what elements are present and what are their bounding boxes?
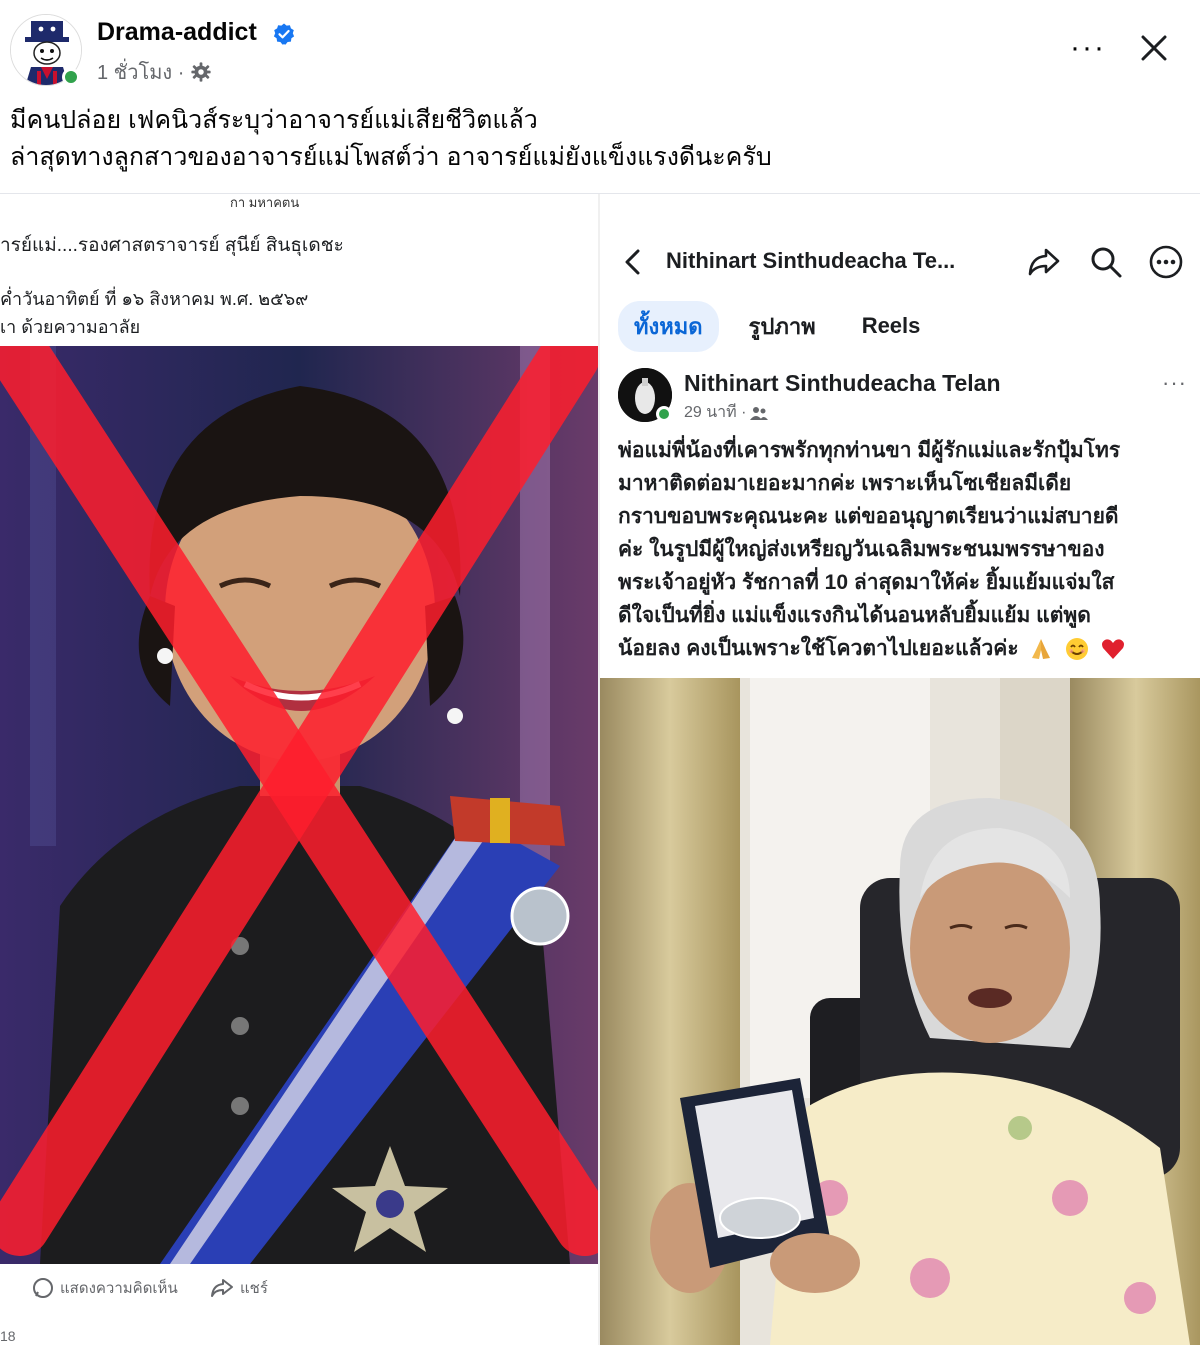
author-post-meta: 29 นาที ·	[684, 400, 769, 425]
comment-button[interactable]: แสดงความคิดเห็น	[32, 1276, 178, 1300]
profile-nav-bar: Nithinart Sinthudeacha Te...	[600, 238, 1200, 286]
portrait-with-red-cross-image	[0, 346, 598, 1264]
online-status-dot	[62, 68, 80, 86]
left-portrait-photo	[0, 346, 598, 1264]
share-icon[interactable]	[1026, 244, 1062, 280]
left-caption-line-2: ค่ำวันอาทิตย์ ที่ ๑๖ สิงหาคม พ.ศ. ๒๕๖๙	[0, 289, 309, 309]
post-text-line-2: ล่าสุดทางลูกสาวของอาจารย์แม่โพสต์ว่า อาจ…	[10, 143, 772, 171]
profile-title: Nithinart Sinthudeacha Te...	[666, 248, 956, 273]
tab-all[interactable]: ทั้งหมด	[618, 300, 719, 352]
verified-badge-icon	[273, 23, 295, 45]
page-name[interactable]: Drama-addict	[97, 18, 257, 47]
pray-emoji-icon	[1032, 639, 1051, 660]
author-post-time[interactable]: 29 นาที ·	[684, 400, 746, 425]
comment-label: แสดงความคิดเห็น	[60, 1280, 178, 1297]
author-post-more-button[interactable]: ···	[1162, 370, 1187, 396]
post-body-line-1: พ่อแม่พี่น้องที่เคารพรักทุกท่านขา มีผู้ร…	[618, 439, 1121, 462]
back-arrow-icon[interactable]	[618, 246, 648, 278]
author-name[interactable]: Nithinart Sinthudeacha Telan	[684, 370, 1001, 397]
right-photo	[600, 678, 1200, 1345]
post-text-line-1: มีคนปล่อย เฟคนิวส์ระบุว่าอาจารย์แม่เสียช…	[10, 106, 538, 134]
tab-photos[interactable]: รูปภาพ	[733, 301, 832, 352]
tab-reels[interactable]: Reels	[846, 305, 937, 347]
share-button[interactable]: แชร์	[210, 1276, 268, 1300]
post-body-line-7: น้อยลง คงเป็นเพราะใช้โควตาไปเยอะแล้วค่ะ	[618, 632, 1194, 665]
post-body-line-5: พระเจ้าอยู่หัว รัชกาลที่ 10 ล่าสุดมาให้ค…	[618, 571, 1115, 594]
post-body-line-3: กราบขอบพระคุณนะคะ แต่ขออนุญาตเรียนว่าแม่…	[618, 505, 1119, 528]
post-header: Drama-addict 1 ชั่วโมง · ···	[0, 0, 1200, 96]
left-cut-text: กา มหาคตน	[230, 195, 300, 210]
left-footer-count: 18	[0, 1328, 16, 1344]
smile-emoji-icon	[1066, 638, 1089, 661]
post-text: มีคนปล่อย เฟคนิวส์ระบุว่าอาจารย์แม่เสียช…	[10, 102, 1190, 176]
right-screenshot[interactable]: Nithinart Sinthudeacha Te... ทั้งหมด รูป…	[598, 194, 1200, 1345]
left-screenshot[interactable]: กา มหาคตน ารย์แม่....รองศาสตราจารย์ สุนี…	[0, 194, 598, 1345]
post-body-line-2: มาหาติดต่อมาเยอะมากค่ะ เพราะเห็นโซเชียลม…	[618, 472, 1072, 495]
post-meta: 1 ชั่วโมง ·	[97, 56, 212, 88]
post-time[interactable]: 1 ชั่วโมง ·	[97, 56, 184, 88]
author-post-body: พ่อแม่พี่น้องที่เคารพรักทุกท่านขา มีผู้ร…	[618, 434, 1194, 665]
left-caption-line-1: ารย์แม่....รองศาสตราจารย์ สุนีย์ สินธุเด…	[0, 235, 344, 256]
author-online-dot	[656, 406, 672, 422]
post-body-line-4: ค่ะ ในรูปมีผู้ใหญ่ส่งเหรียญวันเฉลิมพระชน…	[618, 538, 1105, 561]
post-more-button[interactable]: ···	[1066, 28, 1110, 68]
search-icon[interactable]	[1088, 244, 1124, 280]
heart-emoji-icon	[1102, 639, 1125, 660]
friends-privacy-icon	[750, 406, 769, 420]
share-icon	[211, 1279, 233, 1297]
close-icon	[1141, 35, 1167, 61]
elderly-woman-with-medal-image	[600, 678, 1200, 1345]
post-body-line-7-text: น้อยลง คงเป็นเพราะใช้โควตาไปเยอะแล้วค่ะ	[618, 637, 1019, 660]
share-label: แชร์	[240, 1280, 268, 1297]
left-action-bar: แสดงความคิดเห็น แชร์	[0, 1276, 598, 1306]
profile-filter-tabs: ทั้งหมด รูปภาพ Reels	[618, 300, 950, 352]
close-button[interactable]	[1130, 24, 1178, 72]
post-body-line-6: ดีใจเป็นที่ยิ่ง แม่แข็งแรงกินได้นอนหลับย…	[618, 604, 1091, 627]
comment-icon	[33, 1278, 53, 1298]
more-options-icon[interactable]	[1148, 244, 1184, 280]
left-caption-line-3: เา ด้วยความอาลัย	[0, 317, 141, 337]
gear-icon[interactable]	[190, 61, 212, 83]
